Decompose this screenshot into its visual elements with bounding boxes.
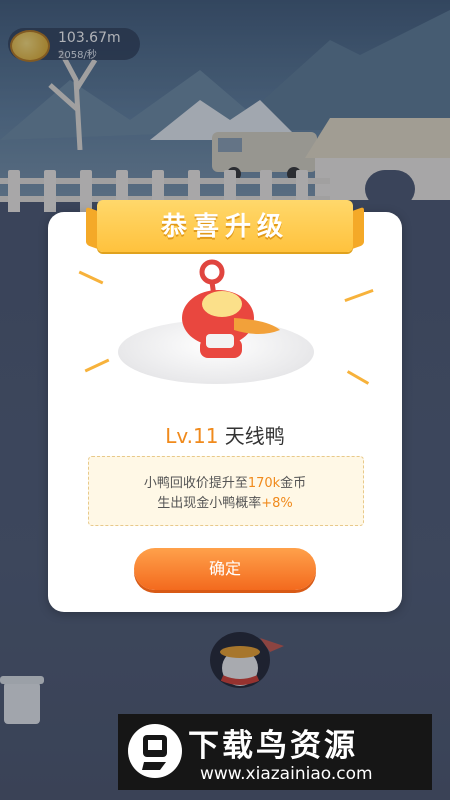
level-number: Lv.11 xyxy=(165,424,219,448)
line1-value: 170k xyxy=(247,476,281,491)
upgrade-line-probability: 生出现金小鸭概率+8% xyxy=(88,492,362,511)
level-label: Lv.11 天线鸭 xyxy=(0,420,450,449)
upgrade-line-price: 小鸭回收价提升至170k金币 xyxy=(88,472,362,491)
watermark-title: 下载鸟资源 xyxy=(188,728,358,764)
line2-value: +8% xyxy=(261,496,293,511)
line1-text-b: 金币 xyxy=(280,476,307,491)
antenna-duck-icon xyxy=(182,259,280,358)
confirm-button[interactable]: 确定 xyxy=(134,548,316,590)
duck-name: 天线鸭 xyxy=(224,424,285,448)
line1-text-a: 小鸭回收价提升至 xyxy=(143,476,248,491)
upgrade-info-box xyxy=(88,456,364,526)
watermark-url: www.xiazainiao.com xyxy=(200,764,373,784)
dialog-title: 恭喜升级 xyxy=(160,212,289,242)
line2-text-a: 生出现金小鸭概率 xyxy=(157,496,262,511)
xiazainiao-logo-icon xyxy=(128,724,182,778)
